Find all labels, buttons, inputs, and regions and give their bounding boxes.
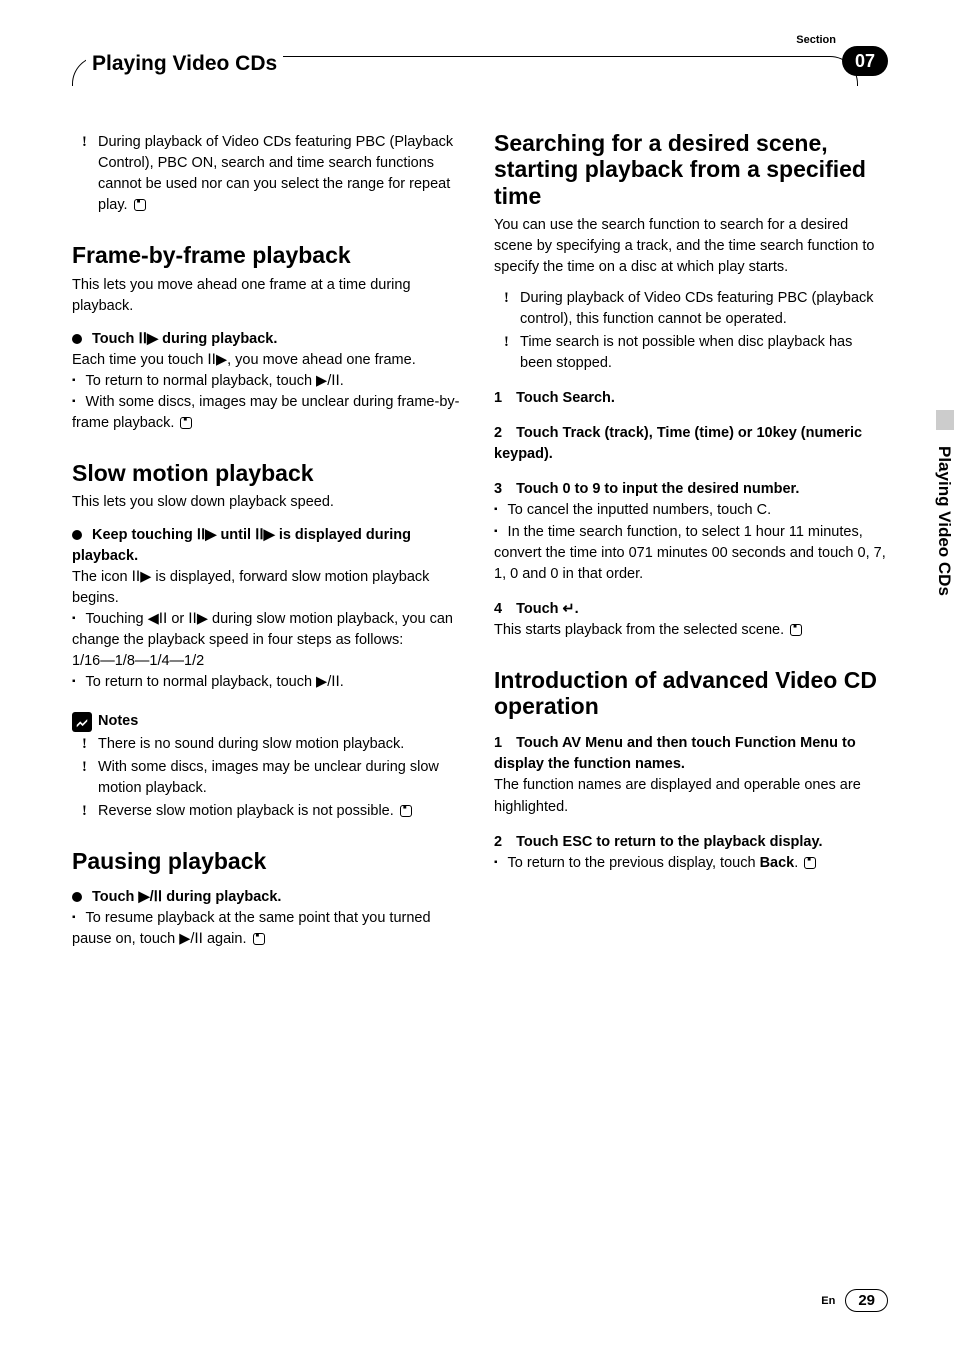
- right-column: Searching for a desired scene, starting …: [494, 130, 888, 950]
- search-step-4: 4Touch ↵.: [494, 599, 888, 620]
- notes-icon: [72, 712, 92, 732]
- frame-step-head: Touch ⅠⅠ▶ during playback.: [72, 329, 466, 350]
- slow-bullet-1: Touching ◀ⅠⅠ or ⅠⅠ▶ during slow motion p…: [72, 609, 466, 651]
- end-icon: [790, 624, 802, 636]
- search-intro: You can use the search function to searc…: [494, 215, 888, 278]
- end-icon: [804, 857, 816, 869]
- section-label: Section: [796, 34, 836, 46]
- notes-header: Notes: [72, 711, 466, 732]
- frame-bullet-1: To return to normal playback, touch ▶/ⅠⅠ…: [72, 371, 466, 392]
- note-2: With some discs, images may be unclear d…: [72, 757, 466, 799]
- page-footer: En 29: [821, 1289, 888, 1312]
- adv-step-1: 1Touch AV Menu and then touch Function M…: [494, 733, 888, 775]
- page: Section 07 Playing Video CDs Playing Vid…: [0, 0, 954, 1352]
- end-icon: [134, 199, 146, 211]
- search-step-1: 1Touch Search.: [494, 388, 888, 409]
- heading-frame-by-frame: Frame-by-frame playback: [72, 242, 466, 268]
- search-note-2: Time search is not possible when disc pl…: [494, 332, 888, 374]
- slow-intro: This lets you slow down playback speed.: [72, 492, 466, 513]
- side-gray-tab: [936, 410, 954, 430]
- adv-step-2: 2Touch ESC to return to the playback dis…: [494, 832, 888, 853]
- note-3: Reverse slow motion playback is not poss…: [72, 801, 466, 822]
- chapter-title: Playing Video CDs: [86, 52, 283, 76]
- frame-intro: This lets you move ahead one frame at a …: [72, 275, 466, 317]
- search-note-1: During playback of Video CDs featuring P…: [494, 288, 888, 330]
- notes-label: Notes: [98, 711, 138, 732]
- slow-speeds: 1/16—1/8—1/4—1/2: [72, 651, 466, 672]
- end-icon: [180, 417, 192, 429]
- heading-slow-motion: Slow motion playback: [72, 460, 466, 486]
- end-icon: [253, 933, 265, 945]
- search-step-2: 2Touch Track (track), Time (time) or 10k…: [494, 423, 888, 465]
- slow-step-body: The icon ⅠⅠ▶ is displayed, forward slow …: [72, 567, 466, 609]
- pause-bullet-1: To resume playback at the same point tha…: [72, 908, 466, 950]
- end-icon: [400, 805, 412, 817]
- bullet-circle-icon: [72, 530, 82, 540]
- page-header: Section 07 Playing Video CDs: [72, 56, 888, 90]
- heading-advanced: Introduction of advanced Video CD operat…: [494, 667, 888, 720]
- page-number: 29: [845, 1289, 888, 1312]
- frame-step-body: Each time you touch ⅠⅠ▶, you move ahead …: [72, 350, 466, 371]
- bullet-circle-icon: [72, 334, 82, 344]
- heading-search: Searching for a desired scene, starting …: [494, 130, 888, 209]
- search-step-4-body: This starts playback from the selected s…: [494, 620, 888, 641]
- frame-bullet-2: With some discs, images may be unclear d…: [72, 392, 466, 434]
- content-columns: During playback of Video CDs featuring P…: [72, 130, 888, 950]
- search-step-3: 3Touch 0 to 9 to input the desired numbe…: [494, 479, 888, 500]
- bullet-circle-icon: [72, 892, 82, 902]
- left-column: During playback of Video CDs featuring P…: [72, 130, 466, 950]
- side-tab-label: Playing Video CDs: [932, 440, 954, 602]
- adv-step-2-b1: To return to the previous display, touch…: [494, 853, 888, 874]
- chapter-number: 07: [855, 51, 875, 72]
- search-step-3-b1: To cancel the inputted numbers, touch C.: [494, 500, 888, 521]
- search-step-3-b2: In the time search function, to select 1…: [494, 522, 888, 585]
- adv-step-1-body: The function names are displayed and ope…: [494, 775, 888, 817]
- note-1: There is no sound during slow motion pla…: [72, 734, 466, 755]
- heading-pausing: Pausing playback: [72, 848, 466, 874]
- language-label: En: [821, 1295, 835, 1307]
- pause-step-head: Touch ▶/ⅠⅠ during playback.: [72, 887, 466, 908]
- pbc-note: During playback of Video CDs featuring P…: [72, 132, 466, 216]
- slow-bullet-2: To return to normal playback, touch ▶/ⅠⅠ…: [72, 672, 466, 693]
- slow-step-head: Keep touching ⅠⅠ▶ until ⅠⅠ▶ is displayed…: [72, 525, 466, 567]
